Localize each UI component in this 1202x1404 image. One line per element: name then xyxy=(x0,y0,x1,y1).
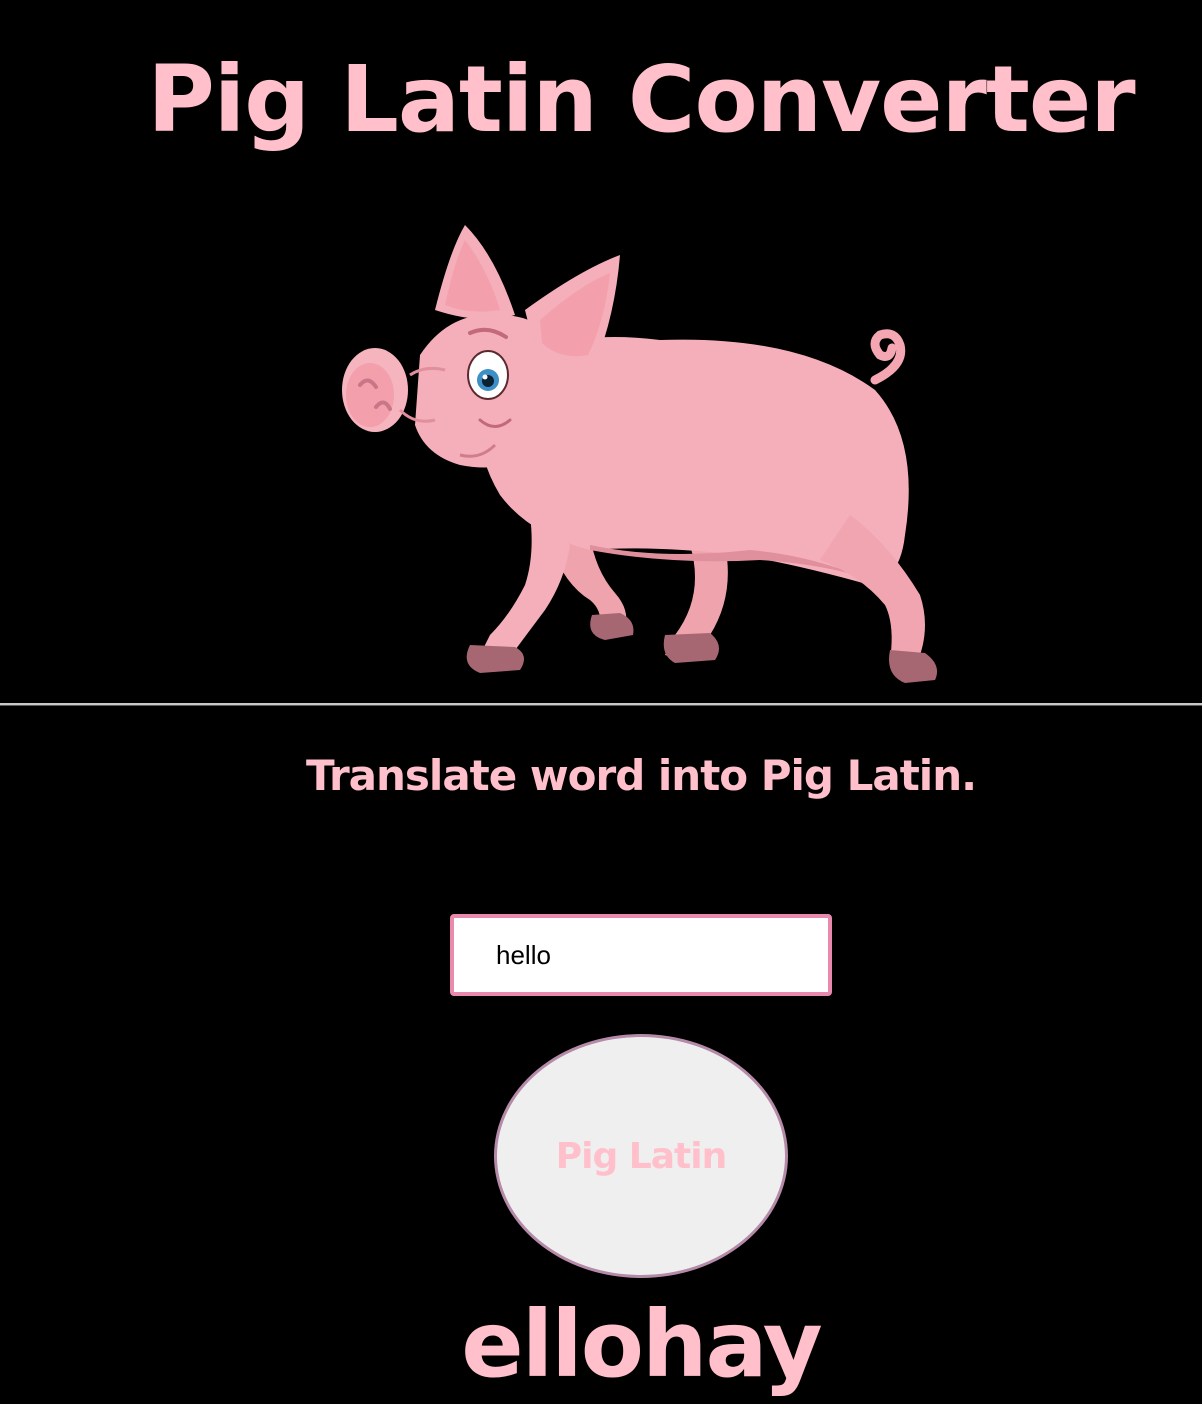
result-text: ellohay xyxy=(461,1291,822,1398)
word-input[interactable] xyxy=(450,914,832,996)
section-divider xyxy=(0,703,1202,706)
page-title: Pig Latin Converter xyxy=(147,46,1135,153)
pig-icon xyxy=(342,225,938,683)
pig-latin-button[interactable]: Pig Latin xyxy=(494,1034,788,1278)
instruction-text: Translate word into Pig Latin. xyxy=(305,751,977,800)
pig-image xyxy=(330,215,960,695)
